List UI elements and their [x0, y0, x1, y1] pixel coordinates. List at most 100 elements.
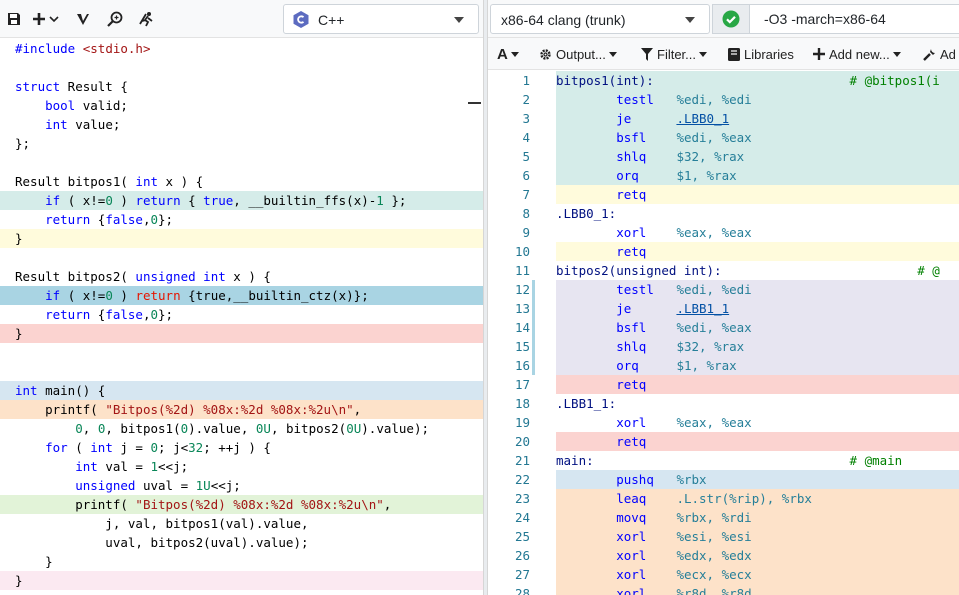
- asm-line[interactable]: 8 .LBB0_1:: [488, 204, 959, 223]
- asm-line[interactable]: 24 movq %rbx, %rdi: [488, 508, 959, 527]
- line-gutter-marker: [532, 90, 535, 109]
- assembly-output[interactable]: 1 bitpos1(int): # @bitpos1(i 2 testl %edi,…: [488, 70, 959, 595]
- asm-line[interactable]: 10 retq: [488, 242, 959, 261]
- code-line[interactable]: uval, bitpos2(uval).value);: [0, 533, 483, 552]
- code-line[interactable]: ​: [0, 248, 483, 267]
- code-line[interactable]: return {false,0};: [0, 305, 483, 324]
- asm-line[interactable]: 17 retq: [488, 375, 959, 394]
- code-line[interactable]: #include <stdio.h>: [0, 39, 483, 58]
- asm-text: .LBB1_1:: [556, 396, 617, 411]
- line-gutter-marker: [532, 185, 535, 204]
- asm-line[interactable]: 4 bsfl %edi, %eax: [488, 128, 959, 147]
- asm-line[interactable]: 18 .LBB1_1:: [488, 394, 959, 413]
- code-line[interactable]: ​: [0, 362, 483, 381]
- line-gutter-marker: [532, 546, 535, 565]
- filter-menu-button[interactable]: Filter...: [641, 45, 708, 63]
- asm-line[interactable]: 1 bitpos1(int): # @bitpos1(i: [488, 71, 959, 90]
- asm-text: bitpos2(unsigned int): # @: [556, 263, 940, 278]
- asm-line[interactable]: 27 xorl %ecx, %ecx: [488, 565, 959, 584]
- compiler-select[interactable]: x86-64 clang (trunk): [490, 4, 710, 34]
- asm-line[interactable]: 15 shlq $32, %rax: [488, 337, 959, 356]
- add-new-button[interactable]: Add new...: [813, 45, 901, 63]
- asm-line[interactable]: 14 bsfl %edi, %eax: [488, 318, 959, 337]
- compile-status[interactable]: [712, 4, 750, 34]
- libraries-button[interactable]: Libraries: [728, 45, 794, 63]
- code-line[interactable]: struct Result {: [0, 77, 483, 96]
- code-line[interactable]: 0, 0, bitpos1(0).value, 0U, bitpos2(0U).…: [0, 419, 483, 438]
- asm-line[interactable]: 19 xorl %eax, %eax: [488, 413, 959, 432]
- code-line[interactable]: for ( int j = 0; j<32; ++j ) {: [0, 438, 483, 457]
- output-menu-button[interactable]: Output...: [539, 45, 617, 63]
- code-line[interactable]: unsigned uval = 1U<<j;: [0, 476, 483, 495]
- asm-text: xorl %eax, %eax: [616, 225, 752, 240]
- code-line[interactable]: if ( x!=0 ) return { true, __builtin_ffs…: [0, 191, 483, 210]
- code-line[interactable]: int main() {: [0, 381, 483, 400]
- code-line[interactable]: }: [0, 552, 483, 571]
- asm-text: leaq .L.str(%rip), %rbx: [556, 489, 959, 508]
- asm-text: main: # @main: [556, 453, 903, 468]
- line-number: 25: [488, 527, 530, 546]
- asm-line[interactable]: 20 retq: [488, 432, 959, 451]
- asm-line[interactable]: 5 shlq $32, %rax: [488, 147, 959, 166]
- add-new-label: Add new...: [829, 46, 890, 62]
- font-size-button[interactable]: A: [497, 45, 519, 63]
- code-line[interactable]: }: [0, 324, 483, 343]
- asm-line[interactable]: 9 xorl %eax, %eax: [488, 223, 959, 242]
- vim-icon[interactable]: [75, 8, 91, 30]
- asm-line[interactable]: 12 testl %edi, %edi: [488, 280, 959, 299]
- code-line[interactable]: return {false,0};: [0, 210, 483, 229]
- code-line[interactable]: };: [0, 134, 483, 153]
- asm-line[interactable]: 6 orq $1, %rax: [488, 166, 959, 185]
- line-number: 20: [488, 432, 530, 451]
- wrench-icon: [923, 48, 936, 61]
- asm-text: pushq %rbx: [556, 470, 959, 489]
- chevron-down-icon: [892, 51, 901, 57]
- asm-line[interactable]: 11 bitpos2(unsigned int): # @: [488, 261, 959, 280]
- line-gutter-marker: [532, 413, 535, 432]
- search-icon[interactable]: [106, 8, 124, 30]
- asm-text: je .LBB1_1: [556, 299, 959, 318]
- asm-line[interactable]: 22 pushq %rbx: [488, 470, 959, 489]
- save-icon[interactable]: [6, 8, 22, 30]
- add-tool-button[interactable]: Ad: [923, 45, 956, 63]
- add-tool-label: Ad: [940, 46, 956, 62]
- code-line[interactable]: Result bitpos2( unsigned int x ) {: [0, 267, 483, 286]
- code-line[interactable]: printf( "Bitpos(%2d) %08x:%2d %08x:%2u\n…: [0, 400, 483, 419]
- run-icon[interactable]: [137, 8, 157, 30]
- asm-line[interactable]: 25 xorl %esi, %esi: [488, 527, 959, 546]
- code-line[interactable]: Result bitpos1( int x ) {: [0, 172, 483, 191]
- line-gutter-marker: [532, 337, 535, 356]
- line-number: 1: [488, 71, 530, 90]
- editor-scrollbar[interactable]: [466, 38, 481, 595]
- asm-line[interactable]: 13 je .LBB1_1: [488, 299, 959, 318]
- asm-line[interactable]: 2 testl %edi, %edi: [488, 90, 959, 109]
- code-line[interactable]: }: [0, 571, 483, 590]
- code-line[interactable]: if ( x!=0 ) return {true,__builtin_ctz(x…: [0, 286, 483, 305]
- code-line[interactable]: ​: [0, 343, 483, 362]
- asm-line[interactable]: 26 xorl %edx, %edx: [488, 546, 959, 565]
- code-line[interactable]: ​: [0, 153, 483, 172]
- line-number: 17: [488, 375, 530, 394]
- code-line[interactable]: printf( "Bitpos(%2d) %08x:%2d %08x:%2u\n…: [0, 495, 483, 514]
- asm-line[interactable]: 23 leaq .L.str(%rip), %rbx: [488, 489, 959, 508]
- code-line[interactable]: j, val, bitpos1(val).value,: [0, 514, 483, 533]
- line-number: 12: [488, 280, 530, 299]
- code-editor[interactable]: #include <stdio.h>​struct Result { bool …: [0, 38, 483, 595]
- code-line[interactable]: ​: [0, 58, 483, 77]
- language-select[interactable]: C++: [283, 4, 479, 34]
- asm-text: retq: [556, 375, 959, 394]
- asm-text: bsfl %edi, %eax: [556, 128, 959, 147]
- code-line[interactable]: }: [0, 229, 483, 248]
- code-line[interactable]: int value;: [0, 115, 483, 134]
- line-number: 24: [488, 508, 530, 527]
- asm-line[interactable]: 28 xorl %r8d, %r8d: [488, 584, 959, 595]
- asm-line[interactable]: 3 je .LBB0_1: [488, 109, 959, 128]
- add-icon[interactable]: [33, 8, 61, 30]
- asm-line[interactable]: 21 main: # @main: [488, 451, 959, 470]
- asm-line[interactable]: 16 orq $1, %rax: [488, 356, 959, 375]
- line-gutter-marker: [532, 109, 535, 128]
- asm-line[interactable]: 7 retq: [488, 185, 959, 204]
- code-line[interactable]: int val = 1<<j;: [0, 457, 483, 476]
- compiler-options-input[interactable]: -O3 -march=x86-64: [750, 4, 959, 34]
- code-line[interactable]: bool valid;: [0, 96, 483, 115]
